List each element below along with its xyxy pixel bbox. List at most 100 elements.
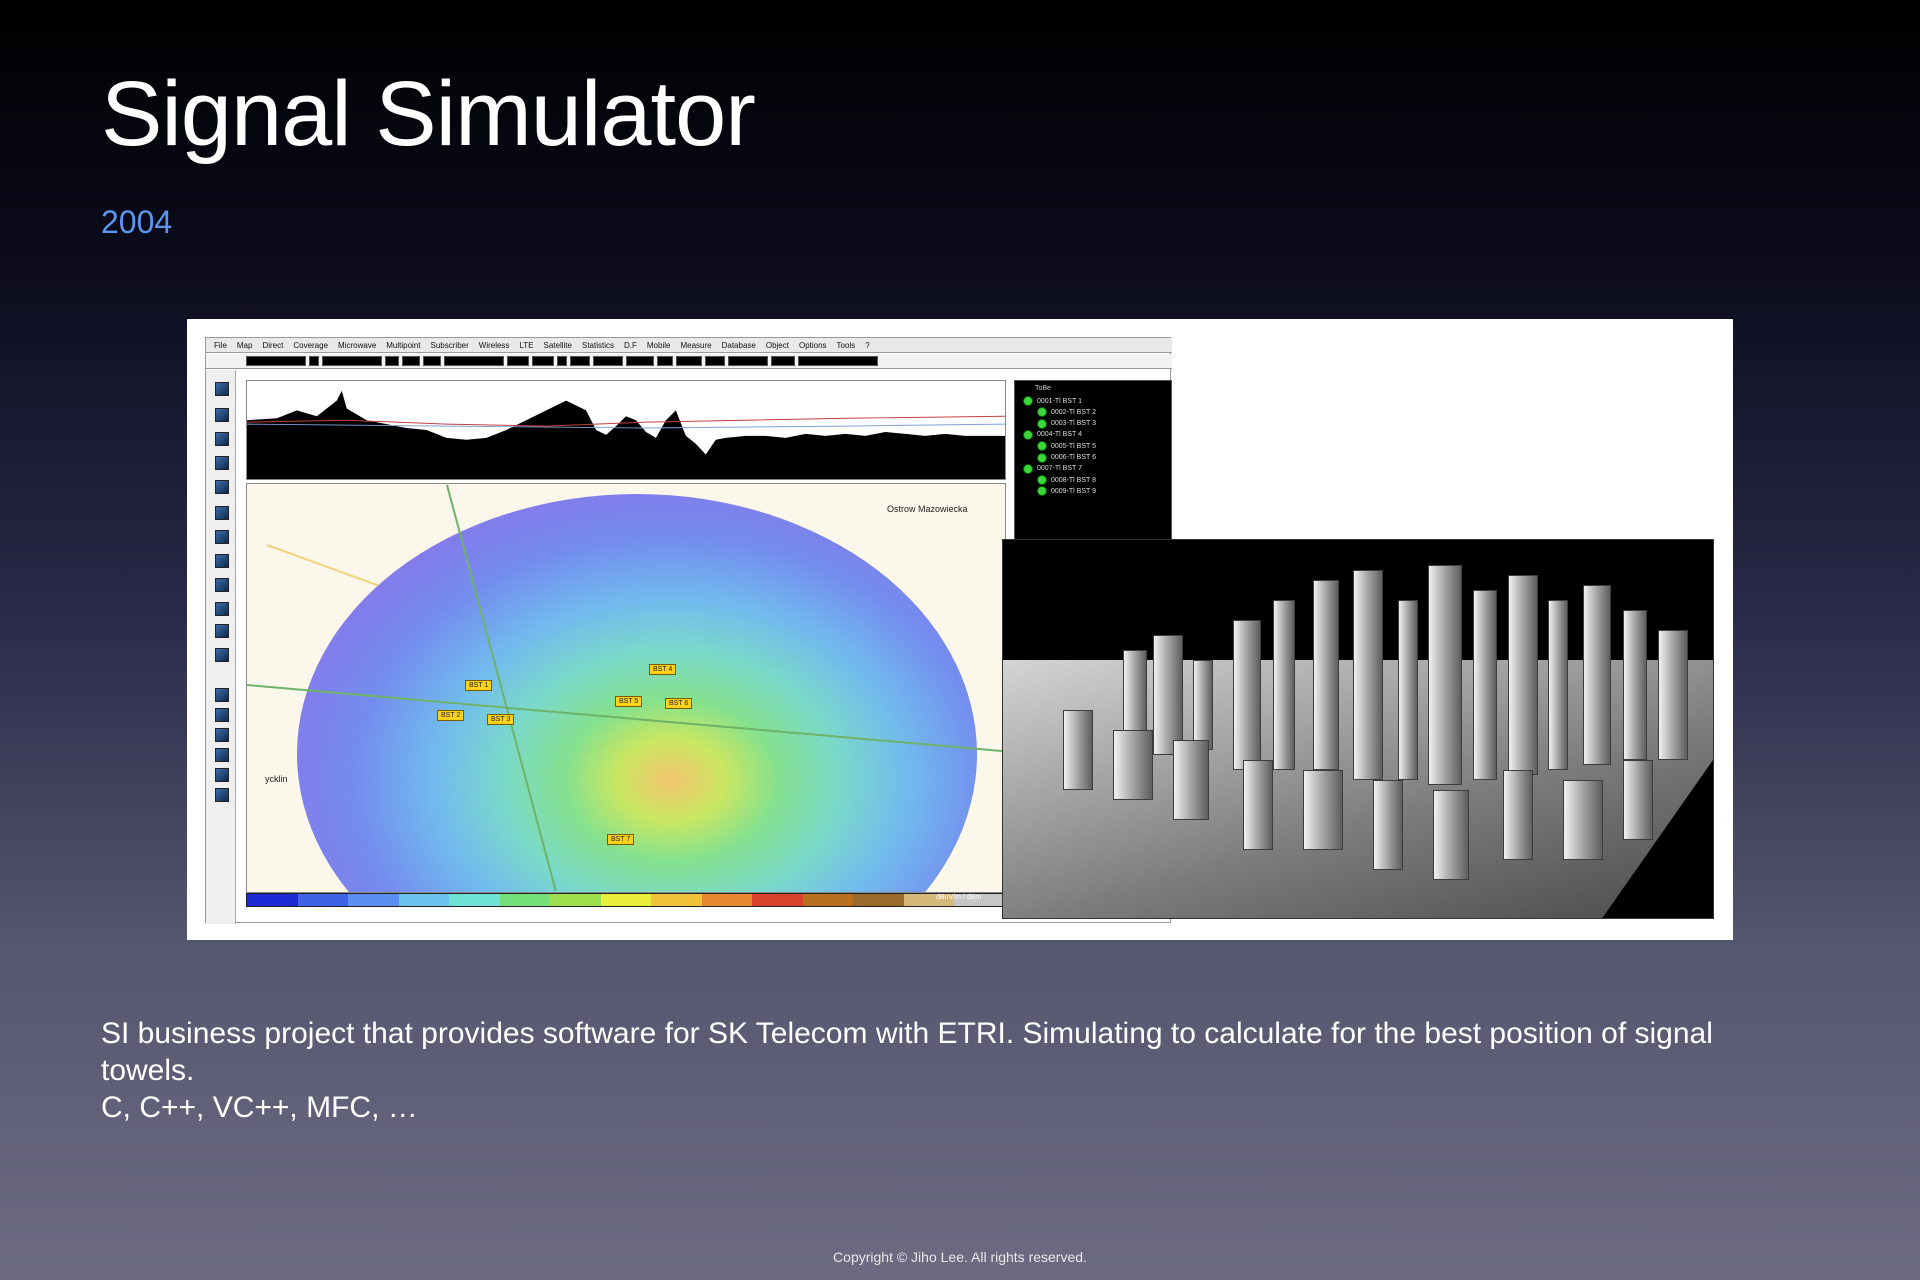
coverage-map: Ostrow Mazowiecka ycklin BST 1 BST 2 BST…: [246, 483, 1006, 893]
menu-item[interactable]: Measure: [680, 341, 711, 350]
building: [1508, 575, 1538, 775]
building: [1623, 610, 1647, 760]
tree-item-label: 0003-Tl BST 3: [1051, 420, 1097, 428]
menu-item[interactable]: Map: [237, 341, 253, 350]
building: [1428, 565, 1462, 785]
tree-item[interactable]: 0004-Tl BST 4: [1023, 429, 1082, 441]
tool-icon[interactable]: [215, 648, 229, 662]
tree-item[interactable]: 0009-Tl BST 9: [1037, 485, 1096, 497]
bts-tag: BST 5: [615, 696, 643, 707]
building: [1658, 630, 1688, 760]
tree-item-label: 0002-Tl BST 2: [1051, 408, 1097, 416]
tree-item[interactable]: 0005-Tl BST 5: [1037, 440, 1096, 452]
menu-item[interactable]: Subscriber: [431, 341, 469, 350]
tool-icon[interactable]: [215, 506, 229, 520]
tool-icon[interactable]: [215, 788, 229, 802]
menu-item[interactable]: Tools: [837, 341, 856, 350]
tool-icon[interactable]: [215, 602, 229, 616]
description-line: towels.: [101, 1054, 195, 1087]
menu-item[interactable]: LTE: [519, 341, 533, 350]
building: [1548, 600, 1568, 770]
tool-icon[interactable]: [215, 456, 229, 470]
legend-swatch: [449, 894, 500, 906]
menu-item[interactable]: Statistics: [582, 341, 614, 350]
station-status-icon: [1037, 441, 1047, 452]
building: [1398, 600, 1418, 780]
building: [1563, 780, 1603, 860]
menu-item[interactable]: ?: [865, 341, 869, 350]
tool-icon[interactable]: [215, 708, 229, 722]
menu-item[interactable]: Database: [722, 341, 756, 350]
tree-item[interactable]: 0007-Tl BST 7: [1023, 463, 1082, 475]
map-place-label: Ostrow Mazowiecka: [887, 504, 968, 514]
building: [1503, 770, 1533, 860]
tree-item[interactable]: 0001-Tl BST 1: [1023, 395, 1082, 407]
station-status-icon: [1023, 463, 1033, 474]
coverage-legend: [246, 893, 1006, 907]
menu-item[interactable]: Multipoint: [386, 341, 420, 350]
tool-icon[interactable]: [215, 688, 229, 702]
tree-item[interactable]: 0002-Tl BST 2: [1037, 406, 1096, 418]
tool-icon[interactable]: [215, 408, 229, 422]
tool-icon[interactable]: [215, 554, 229, 568]
map-place-label: ycklin: [265, 774, 288, 784]
bts-tag: BST 6: [665, 698, 693, 709]
tool-icon[interactable]: [215, 624, 229, 638]
bts-tag: BST 4: [649, 664, 677, 675]
building: [1473, 590, 1497, 780]
building: [1233, 620, 1261, 770]
legend-swatch: [853, 894, 904, 906]
building: [1063, 710, 1093, 790]
building: [1303, 770, 1343, 850]
tool-icon[interactable]: [215, 768, 229, 782]
menu-item[interactable]: Direct: [262, 341, 283, 350]
description-line: C, C++, VC++, MFC, …: [101, 1091, 418, 1124]
tool-icon[interactable]: [215, 748, 229, 762]
copyright-footer: Copyright © Jiho Lee. All rights reserve…: [833, 1249, 1087, 1265]
menu-item[interactable]: Coverage: [293, 341, 328, 350]
app-menubar: File Map Direct Coverage Microwave Multipoint…: [206, 338, 1172, 353]
station-tree: ToBe 0001-Tl BST 1 0002-Tl BST 2 0003-Tl B…: [1014, 380, 1172, 544]
slide-year: 2004: [101, 204, 173, 240]
menu-item[interactable]: Mobile: [647, 341, 671, 350]
tool-icon[interactable]: [215, 728, 229, 742]
bts-tag: BST 3: [487, 714, 515, 725]
menu-item[interactable]: File: [214, 341, 227, 350]
app-statusbar: [206, 354, 1172, 369]
legend-swatch: [651, 894, 702, 906]
menu-item[interactable]: Microwave: [338, 341, 376, 350]
app-toolbar: [206, 370, 236, 924]
tool-icon[interactable]: [215, 382, 229, 396]
tree-item[interactable]: 0008-Tl BST 8: [1037, 474, 1096, 486]
station-status-icon: [1037, 452, 1047, 463]
city-3d-render: [1002, 539, 1714, 919]
building: [1313, 580, 1339, 770]
tool-icon[interactable]: [215, 432, 229, 446]
menu-item[interactable]: Options: [799, 341, 827, 350]
menu-item[interactable]: D.F: [624, 341, 637, 350]
tool-icon[interactable]: [215, 578, 229, 592]
building: [1353, 570, 1383, 780]
station-status-icon: [1023, 396, 1033, 406]
legend-swatch: [701, 894, 753, 906]
tree-item-label: 0007-Tl BST 7: [1037, 465, 1083, 473]
tree-item[interactable]: 0003-Tl BST 3: [1037, 418, 1096, 430]
legend-swatch: [752, 894, 803, 906]
legend-swatch: [802, 894, 854, 906]
slide-title: Signal Simulator: [101, 63, 756, 165]
menu-item[interactable]: Object: [766, 341, 789, 350]
station-status-icon: [1037, 418, 1047, 429]
legend-swatch: [297, 894, 349, 906]
building: [1373, 780, 1403, 870]
menu-item[interactable]: Satellite: [544, 341, 572, 350]
station-status-icon: [1037, 486, 1047, 497]
bts-tag: BST 7: [607, 834, 635, 845]
description-line: SI business project that provides softwa…: [101, 1017, 1713, 1050]
menu-item[interactable]: Wireless: [479, 341, 510, 350]
tree-item[interactable]: 0006-Tl BST 6: [1037, 452, 1096, 464]
building: [1243, 760, 1273, 850]
tool-icon[interactable]: [215, 530, 229, 544]
signal-coverage-area: [297, 494, 977, 892]
tool-icon[interactable]: [215, 480, 229, 494]
station-status-icon: [1023, 429, 1033, 440]
